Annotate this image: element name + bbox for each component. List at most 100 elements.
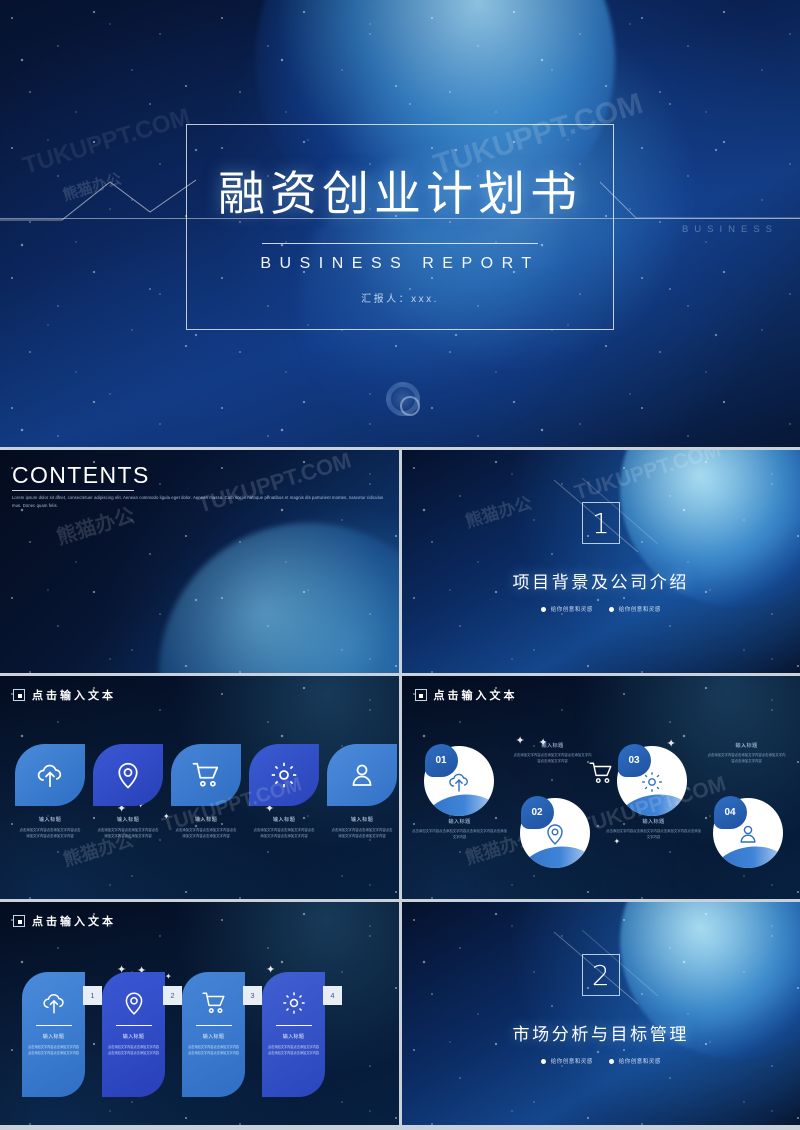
leaf-shape[interactable] — [249, 744, 319, 806]
title-underline — [12, 490, 134, 491]
section-bullets: 给你创意和灵感 给你创意和灵感 — [402, 1057, 800, 1065]
circle-badge-01[interactable]: 01 — [424, 744, 458, 777]
location-pin-icon — [118, 762, 138, 789]
vertical-card-slide: ✦ ✦ ✦ ✦ 点击输入文本 输入标题 点击添加文字内容点击添加文字内容点击添加… — [0, 902, 399, 1125]
bullet-dot-icon — [540, 1058, 546, 1064]
title-slide: BUSINESS 融资创业计划书 BUSINESS REPORT 汇报人：xxx… — [0, 0, 800, 447]
watermark: TUKUPPT.COM — [19, 103, 194, 180]
leaf-card[interactable]: 输入标题 点击添加文字内容点击添加文字内容点击添加文字内容点击添加文字内容 — [249, 744, 319, 839]
slide-header-label: 点击输入文本 — [433, 690, 518, 702]
vertical-card-label: 输入标题 — [282, 1034, 305, 1041]
leaf-card[interactable]: 输入标题 点击添加文字内容点击添加文字内容点击添加文字内容点击添加文字内容 — [93, 744, 163, 839]
leaf-shape[interactable] — [93, 744, 163, 806]
vertical-card-tab[interactable]: 1 — [83, 986, 102, 1005]
section-number: 1 — [581, 502, 620, 544]
slide-row-two: CONTENTS Lorem ipsum dolor sit amet, con… — [0, 450, 800, 673]
section-title: 项目背景及公司介绍 — [512, 573, 689, 592]
circle-text-03: 输入标题 点击添加文字内容点击添加文字内容点击添加文字内容点击添加文字内容 — [606, 818, 702, 841]
vertical-card[interactable]: 输入标题 点击添加文字内容点击添加文字内容点击添加文字内容点击添加文字内容 3 — [182, 972, 262, 1097]
slide-header-label: 点击输入文本 — [32, 916, 116, 928]
vertical-card-body: 点击添加文字内容点击添加文字内容点击添加文字内容点击添加文字内容 — [28, 1045, 79, 1055]
circle-text-02: 输入标题 点击添加文字内容点击添加文字内容点击添加文字内容点击添加文字内容 — [514, 742, 592, 765]
leaf-card-body: 点击添加文字内容点击添加文字内容点击添加文字内容点击添加文字内容 — [331, 828, 393, 838]
section-bullet: 给你创意和灵感 — [608, 1057, 661, 1065]
slide-header: 点击输入文本 — [13, 687, 116, 703]
vertical-card-label: 输入标题 — [42, 1034, 65, 1041]
circle-body: 点击添加文字内容点击添加文字内容点击添加文字内容点击添加文字内容 — [707, 753, 786, 763]
cloud-upload-icon — [42, 994, 64, 1014]
bullet-square-icon — [13, 689, 25, 701]
slide-header: 点击输入文本 — [414, 687, 518, 703]
cloud-upload-icon — [37, 764, 62, 788]
leaf-card-label: 输入标题 — [116, 817, 140, 823]
location-pin-icon — [125, 992, 142, 1015]
diagonal-decoration — [600, 181, 800, 219]
bullet-dot-icon — [540, 606, 546, 612]
gear-icon — [271, 762, 297, 788]
card-divider — [115, 1025, 152, 1027]
section-bullet: 给你创意和灵感 — [540, 605, 593, 613]
vertical-card-tab[interactable]: 4 — [323, 986, 342, 1005]
circle-text-04: 输入标题 点击添加文字内容点击添加文字内容点击添加文字内容点击添加文字内容 — [707, 742, 787, 765]
bullet-square-icon — [13, 915, 25, 927]
vertical-card[interactable]: 输入标题 点击添加文字内容点击添加文字内容点击添加文字内容点击添加文字内容 4 — [262, 972, 342, 1097]
leaf-card[interactable]: 输入标题 点击添加文字内容点击添加文字内容点击添加文字内容点击添加文字内容 — [327, 744, 397, 839]
card-divider — [195, 1025, 232, 1027]
vertical-card-body: 点击添加文字内容点击添加文字内容点击添加文字内容点击添加文字内容 — [108, 1045, 159, 1055]
leaf-card-body: 点击添加文字内容点击添加文字内容点击添加文字内容点击添加文字内容 — [175, 828, 237, 838]
circle-badge-02[interactable]: 02 — [520, 796, 554, 829]
leaf-card-body: 点击添加文字内容点击添加文字内容点击添加文字内容点击添加文字内容 — [19, 828, 81, 838]
page-title: 融资创业计划书 — [218, 167, 582, 222]
circle-label: 输入标题 — [642, 819, 665, 825]
section-bullet-label: 给你创意和灵感 — [550, 1059, 593, 1065]
leaf-shape[interactable] — [15, 744, 85, 806]
vertical-card-tab[interactable]: 3 — [243, 986, 262, 1005]
vertical-card[interactable]: 输入标题 点击添加文字内容点击添加文字内容点击添加文字内容点击添加文字内容 2 — [102, 972, 182, 1097]
section-title: 市场分析与目标管理 — [512, 1025, 689, 1044]
bullet-dot-icon — [608, 1058, 614, 1064]
circle-body: 点击添加文字内容点击添加文字内容点击添加文字内容点击添加文字内容 — [412, 829, 507, 839]
leaf-card-body: 点击添加文字内容点击添加文字内容点击添加文字内容点击添加文字内容 — [97, 828, 159, 838]
section-bullet-label: 给你创意和灵感 — [618, 607, 661, 613]
circle-number-slide: ✦ ✦ ✦ ✦ 点击输入文本 01 输入标题 点击添加文字内容点击添加文字内容点… — [401, 676, 800, 899]
circle-label: 输入标题 — [735, 743, 758, 749]
leaf-shape[interactable] — [171, 744, 241, 806]
vertical-card-list: 输入标题 点击添加文字内容点击添加文字内容点击添加文字内容点击添加文字内容 1 … — [22, 972, 342, 1097]
vertical-card-body: 点击添加文字内容点击添加文字内容点击添加文字内容点击添加文字内容 — [188, 1045, 239, 1055]
slide-row-four: ✦ ✦ ✦ ✦ 点击输入文本 输入标题 点击添加文字内容点击添加文字内容点击添加… — [0, 902, 800, 1125]
section-bullet-label: 给你创意和灵感 — [618, 1059, 661, 1065]
shopping-cart-icon — [192, 762, 219, 787]
slide-header-label: 点击输入文本 — [32, 690, 116, 702]
page-title: CONTENTS — [12, 462, 150, 488]
leaf-card-label: 输入标题 — [272, 817, 296, 823]
leaf-card-label: 输入标题 — [38, 817, 62, 823]
card-divider — [275, 1025, 312, 1027]
leaf-card[interactable]: 输入标题 点击添加文字内容点击添加文字内容点击添加文字内容点击添加文字内容 — [171, 744, 241, 839]
section-bullet-label: 给你创意和灵感 — [550, 607, 593, 613]
leaf-icon-slide: ✦ ✦ ✦ ✦ 点击输入文本 输入标题 点击添加文字内容点击添加文字内容点击添加… — [0, 676, 399, 899]
slide-deck: BUSINESS 融资创业计划书 BUSINESS REPORT 汇报人：xxx… — [0, 0, 800, 1130]
slide-header: 点击输入文本 — [13, 913, 116, 929]
section-bullets: 给你创意和灵感 给你创意和灵感 — [402, 605, 800, 613]
leaf-card[interactable]: 输入标题 点击添加文字内容点击添加文字内容点击添加文字内容点击添加文字内容 — [15, 744, 85, 839]
vertical-card-body: 点击添加文字内容点击添加文字内容点击添加文字内容点击添加文字内容 — [268, 1045, 319, 1055]
section-bullet: 给你创意和灵感 — [540, 1057, 593, 1065]
contents-description: Lorem ipsum dolor sit amet, consectetuer… — [12, 495, 384, 508]
leaf-shape[interactable] — [327, 744, 397, 806]
circle-badge-04[interactable]: 04 — [713, 796, 747, 829]
shopping-cart-icon — [201, 992, 225, 1014]
zigzag-chart-decoration — [0, 179, 197, 221]
watermark: 熊猫办公 — [462, 493, 534, 532]
title-subtitle: BUSINESS REPORT — [260, 255, 540, 272]
bullet-dot-icon — [608, 606, 614, 612]
circle-body: 点击添加文字内容点击添加文字内容点击添加文字内容点击添加文字内容 — [513, 753, 592, 763]
circle-body: 点击添加文字内容点击添加文字内容点击添加文字内容点击添加文字内容 — [606, 829, 701, 839]
circle-label: 输入标题 — [448, 819, 471, 825]
section-divider-two: 2 市场分析与目标管理 给你创意和灵感 给你创意和灵感 — [401, 902, 800, 1125]
vertical-card[interactable]: 输入标题 点击添加文字内容点击添加文字内容点击添加文字内容点击添加文字内容 1 — [22, 972, 102, 1097]
leaf-card-label: 输入标题 — [194, 817, 218, 823]
circle-badge-03[interactable]: 03 — [617, 744, 651, 777]
vertical-card-tab[interactable]: 2 — [163, 986, 182, 1005]
logo-mark — [386, 382, 420, 416]
section-divider-one: 1 项目背景及公司介绍 给你创意和灵感 给你创意和灵感 TUKUPPT.COM … — [401, 450, 800, 673]
